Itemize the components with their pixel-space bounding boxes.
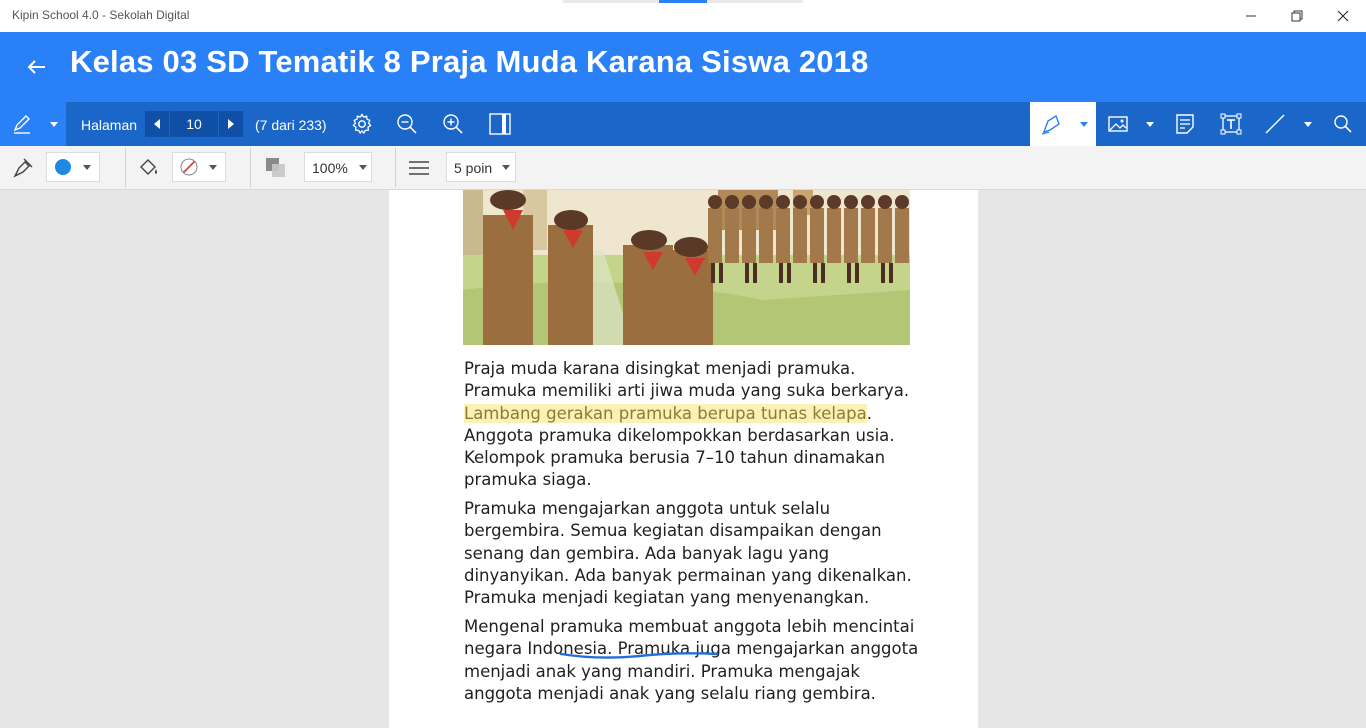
pen-icon <box>13 115 30 134</box>
fill-bucket-icon[interactable] <box>136 155 160 179</box>
main-toolbar: Halaman 10 (7 dari 233) <box>0 102 1366 146</box>
chevron-down-icon <box>83 165 91 170</box>
next-page-button[interactable] <box>219 111 243 137</box>
highlighter-tool-button[interactable] <box>1030 102 1096 146</box>
search-icon[interactable] <box>1331 112 1355 136</box>
halaman-label: Halaman <box>81 117 138 133</box>
ink-underline-annotation[interactable] <box>559 650 719 660</box>
document-page[interactable]: Praja muda karana disingkat menjadi pram… <box>389 190 978 728</box>
paragraph-2: Pramuka mengajarkan anggota untuk selalu… <box>464 498 924 609</box>
highlighter-dropdown-icon[interactable] <box>1080 122 1088 127</box>
chevron-down-icon <box>502 165 510 170</box>
settings-icon[interactable] <box>350 112 374 136</box>
restore-icon <box>1291 10 1303 22</box>
pen-dropdown-icon[interactable] <box>50 122 58 127</box>
arrow-left-icon <box>27 60 45 74</box>
opacity-value: 100% <box>312 160 348 176</box>
thickness-dropdown[interactable]: 5 poin <box>446 152 516 182</box>
paragraph-3-text: Mengenal pramuka membuat anggota lebih m… <box>464 617 919 703</box>
note-icon[interactable] <box>1173 112 1197 136</box>
no-fill-icon <box>180 158 198 176</box>
zoom-in-icon[interactable] <box>441 112 465 136</box>
fit-page-icon[interactable] <box>488 112 512 136</box>
close-icon <box>1337 10 1349 22</box>
highlighted-text[interactable]: Lambang gerakan pramuka berupa tunas kel… <box>464 403 867 423</box>
thickness-value: 5 poin <box>454 160 493 176</box>
image-icon[interactable] <box>1106 112 1130 136</box>
document-header: Kelas 03 SD Tematik 8 Praja Muda Karana … <box>0 32 1366 102</box>
format-bar: 100% 5 poin <box>0 146 1366 190</box>
triangle-left-icon <box>154 119 160 129</box>
stroke-color-dropdown[interactable] <box>46 152 100 182</box>
paragraph-1-text-a: Praja muda karana disingkat menjadi pram… <box>464 359 910 401</box>
fill-color-dropdown[interactable] <box>172 152 226 182</box>
page-number-input[interactable]: 10 <box>170 111 218 137</box>
page-count-text: (7 dari 233) <box>255 117 327 133</box>
chevron-down-icon <box>359 165 367 170</box>
close-button[interactable] <box>1320 0 1366 32</box>
line-dropdown-icon[interactable] <box>1304 122 1312 127</box>
document-title: Kelas 03 SD Tematik 8 Praja Muda Karana … <box>70 44 869 79</box>
prev-page-button[interactable] <box>145 111 169 137</box>
divider <box>395 148 396 187</box>
image-dropdown-icon[interactable] <box>1146 122 1154 127</box>
window-titlebar: Kipin School 4.0 - Sekolah Digital <box>0 0 1366 32</box>
restore-button[interactable] <box>1274 0 1320 32</box>
triangle-right-icon <box>228 119 234 129</box>
divider <box>125 148 126 187</box>
line-icon[interactable] <box>1263 112 1287 136</box>
back-button[interactable] <box>22 52 52 82</box>
paragraph-2-text: Pramuka mengajarkan anggota untuk selalu… <box>464 499 912 608</box>
paint-brush-icon[interactable] <box>11 156 35 180</box>
highlighter-icon <box>1041 114 1060 135</box>
scouts-illustration <box>463 190 910 345</box>
divider <box>250 148 251 187</box>
color-swatch-icon <box>55 159 71 175</box>
opacity-icon[interactable] <box>264 156 288 180</box>
line-weight-icon[interactable] <box>407 156 431 180</box>
minimize-icon <box>1246 15 1256 17</box>
paragraph-3: Mengenal pramuka membuat anggota lebih m… <box>464 616 924 705</box>
pen-tool-button[interactable] <box>0 102 66 146</box>
text-box-icon[interactable] <box>1219 112 1243 136</box>
scouts-illustration-graphic <box>463 190 910 345</box>
app-title: Kipin School 4.0 - Sekolah Digital <box>12 8 190 22</box>
zoom-out-icon[interactable] <box>395 112 419 136</box>
chevron-down-icon <box>209 165 217 170</box>
paragraph-1: Praja muda karana disingkat menjadi pram… <box>464 358 924 492</box>
minimize-button[interactable] <box>1228 0 1274 32</box>
opacity-dropdown[interactable]: 100% <box>304 152 372 182</box>
title-progress-fill <box>659 0 707 3</box>
